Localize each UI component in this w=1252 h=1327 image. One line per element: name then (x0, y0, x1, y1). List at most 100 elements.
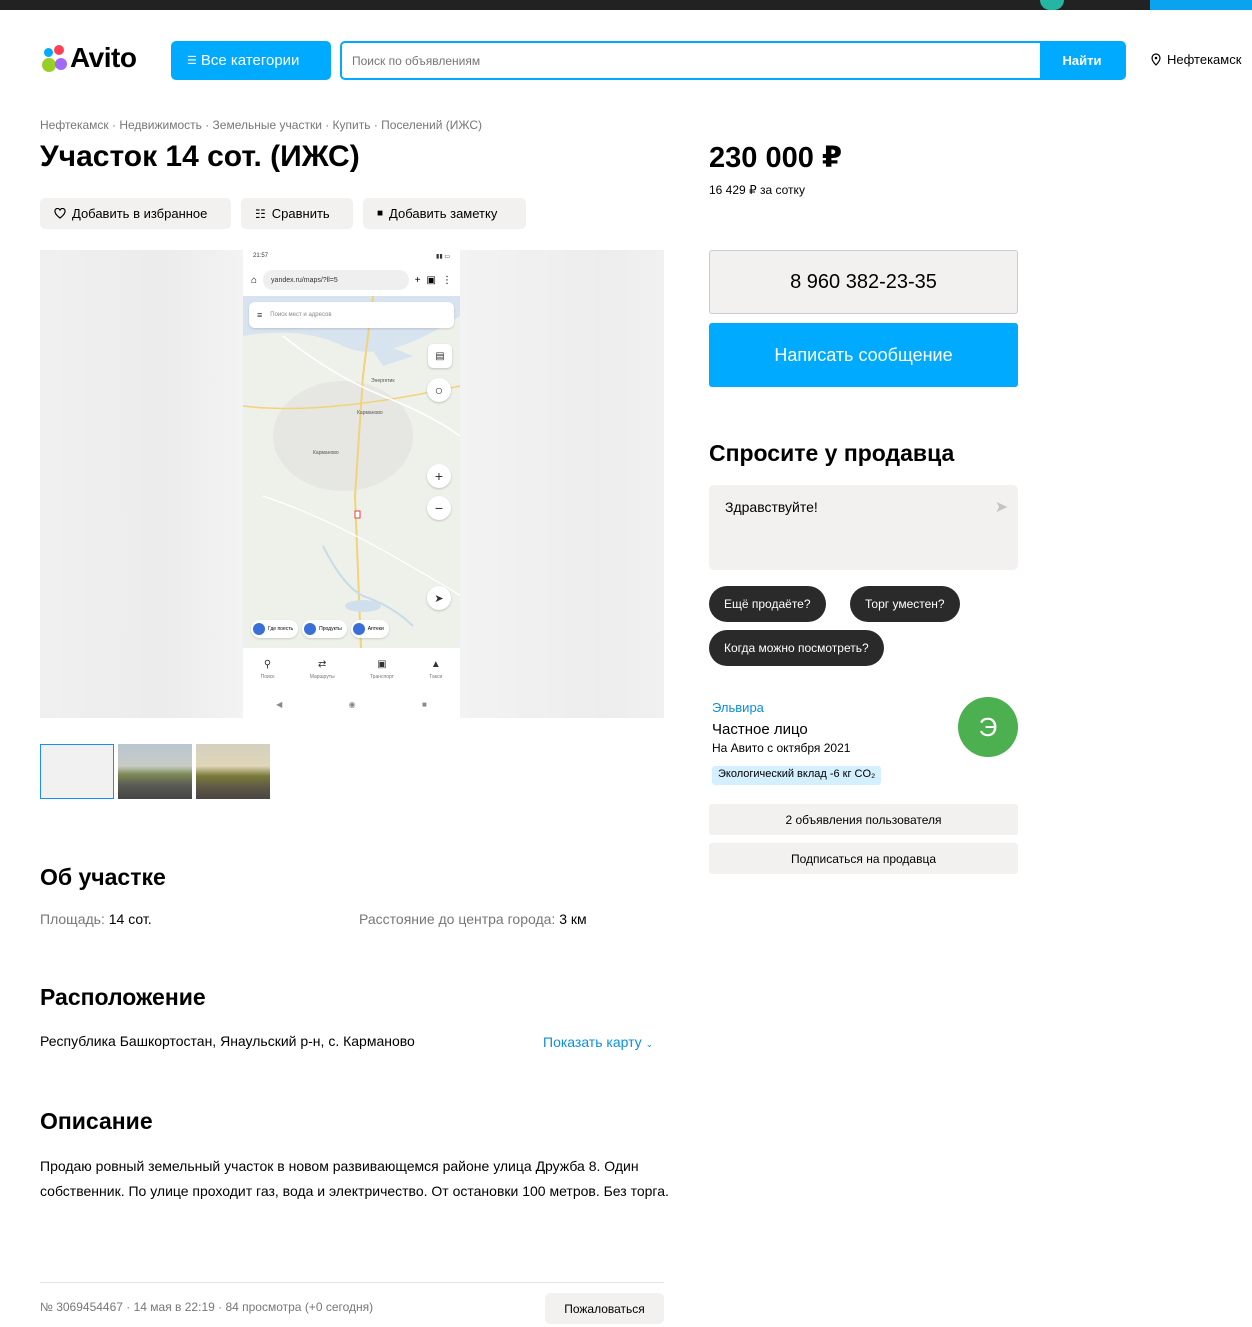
show-map-link[interactable]: Показать карту ⌄ (543, 1034, 653, 1050)
top-bar-button[interactable] (1150, 0, 1252, 10)
map-menu-icon: ≡ (257, 310, 263, 320)
search-input[interactable] (342, 43, 1040, 78)
show-phone-button[interactable]: 8 960 382-23-35 (709, 250, 1018, 314)
user-listings-button[interactable]: 2 объявления пользователя (709, 804, 1018, 835)
distance-value: 3 км (559, 911, 587, 927)
subscribe-seller-button[interactable]: Подписаться на продавца (709, 843, 1018, 874)
add-favorite-button[interactable]: Добавить в избранное (40, 198, 231, 229)
area-value: 14 сот. (108, 911, 152, 927)
map-zoom-in-icon: + (427, 464, 451, 488)
thumbnail-field[interactable] (196, 744, 270, 799)
heart-icon (54, 208, 66, 219)
page-title: Участок 14 сот. (ИЖС) (40, 140, 360, 173)
map-zoom-out-icon: − (427, 496, 451, 520)
map-tab: ▲ Такси (429, 659, 442, 680)
map-tab: ⚲ Поиск (261, 659, 275, 680)
phone-home-icon: ⌂ (251, 274, 258, 286)
recents-icon: ■ (421, 699, 427, 709)
avito-logo[interactable]: Avito (40, 42, 137, 74)
map-tab-label: Транспорт (369, 673, 394, 680)
phone-menu-icon: ⋮ (442, 274, 452, 286)
phone-status-bar: 21:57 ▮▮ ▭ (243, 250, 460, 264)
write-message-button[interactable]: Написать сообщение (709, 323, 1018, 387)
compare-icon: ☷ (255, 206, 266, 221)
phone-url-bar: ⌂ yandex.ru/maps/?ll=5 + ▣ ⋮ (243, 264, 460, 296)
logo-text: Avito (70, 42, 137, 73)
gallery-blur-left (40, 250, 243, 718)
ask-seller-input[interactable]: Здравствуйте! ➤ (709, 485, 1018, 570)
phone-time: 21:57 (253, 253, 269, 259)
param-distance: Расстояние до центра города: 3 км (359, 911, 587, 927)
quick-question-bargain[interactable]: Торг уместен? (850, 586, 960, 622)
map-search-field: ≡ Поиск мест и адресов (249, 302, 454, 328)
categories-icon: ☰ (187, 55, 197, 67)
phone-map: ≡ Поиск мест и адресов Энергетик Кармано… (243, 296, 460, 648)
map-layers-icon: ▤ (428, 344, 452, 368)
map-chip: Продукты (302, 620, 347, 638)
top-bar-badge (1040, 0, 1064, 10)
photo-gallery[interactable]: 21:57 ▮▮ ▭ ⌂ yandex.ru/maps/?ll=5 + ▣ ⋮ (40, 250, 664, 718)
phone-url: yandex.ru/maps/?ll=5 (263, 270, 409, 290)
map-chips: Где поесть Продукты Аптеки (251, 620, 389, 638)
add-note-button[interactable]: ■ Добавить заметку (363, 198, 526, 229)
bus-icon: ▣ (377, 658, 387, 670)
map-chip: Где поесть (251, 620, 299, 638)
map-search-label: Поиск мест и адресов (270, 312, 332, 318)
avatar[interactable]: Э (958, 697, 1018, 757)
seller-type: Частное лицо (712, 721, 808, 738)
map-label-energetik: Энергетик (371, 378, 395, 384)
address: Республика Башкортостан, Янаульский р-н,… (40, 1033, 415, 1049)
param-area: Площадь: 14 сот. (40, 911, 152, 927)
thumbnail-map[interactable] (40, 744, 114, 799)
map-tab: ⇄ Маршруты (310, 659, 335, 680)
gallery-blur-right (460, 250, 664, 718)
listing-meta: № 3069454467 · 14 мая в 22:19 · 84 просм… (40, 1300, 374, 1314)
map-chip-label: Аптеки (367, 626, 384, 632)
logo-dots-icon (40, 44, 68, 72)
area-label: Площадь: (40, 911, 105, 927)
chevron-down-icon: ⌄ (645, 1039, 654, 1049)
search-button[interactable]: Найти (1040, 43, 1124, 78)
complain-button[interactable]: Пожаловаться (545, 1293, 664, 1324)
description-heading: Описание (40, 1108, 153, 1134)
ask-seller-heading: Спросите у продавца (709, 440, 955, 466)
search-bar: Найти (340, 41, 1126, 80)
distance-label: Расстояние до центра города: (359, 911, 556, 927)
location-pin-icon (1151, 53, 1161, 66)
map-tab: ▣ Транспорт (370, 659, 394, 680)
add-note-label: Добавить заметку (389, 206, 498, 221)
map-tabs: ⚲ Поиск ⇄ Маршруты ▣ Транспорт ▲ Такси (243, 648, 460, 690)
quick-question-still-selling[interactable]: Ещё продаёте? (709, 586, 826, 622)
map-tab-label: Такси (429, 673, 443, 680)
thumbnail-road[interactable] (118, 744, 192, 799)
search-icon: ⚲ (263, 658, 272, 670)
about-heading: Об участке (40, 864, 166, 890)
phone-tabs-icon: ▣ (426, 274, 436, 286)
location-selector[interactable]: Нефтекамск (1150, 52, 1241, 67)
price-per-unit: 16 429 ₽ за сотку (709, 183, 805, 197)
location-label: Нефтекамск (1167, 52, 1242, 67)
price: 230 000 ₽ (709, 142, 843, 174)
ask-seller-text: Здравствуйте! (725, 499, 818, 515)
map-label-karmanovo-1: Карманово (357, 410, 383, 416)
route-icon: ⇄ (317, 658, 327, 670)
show-map-label: Показать карту (543, 1034, 642, 1050)
gallery-thumbnails (40, 744, 270, 799)
seller-since: На Авито с октября 2021 (712, 741, 851, 755)
compare-button[interactable]: ☷ Сравнить (241, 198, 353, 229)
map-refresh-icon: ○ (427, 378, 451, 402)
phone-battery-icon: ▮▮ ▭ (436, 254, 450, 260)
all-categories-button[interactable]: ☰ Все категории (171, 41, 331, 80)
quick-question-when-view[interactable]: Когда можно посмотреть? (709, 630, 884, 666)
breadcrumb[interactable]: Нефтекамск · Недвижимость · Земельные уч… (40, 118, 482, 132)
taxi-icon: ▲ (430, 658, 441, 670)
compare-label: Сравнить (271, 206, 330, 221)
description-text: Продаю ровный земельный участок в новом … (40, 1158, 669, 1199)
seller-name-link[interactable]: Эльвира (712, 700, 764, 715)
eco-badge: Экологический вклад -6 кг CO₂ (712, 766, 882, 785)
home-icon: ◉ (348, 699, 356, 709)
gallery-main-photo: 21:57 ▮▮ ▭ ⌂ yandex.ru/maps/?ll=5 + ▣ ⋮ (243, 250, 460, 718)
send-icon[interactable]: ➤ (995, 497, 1008, 517)
phone-nav-bar: ◀ ◉ ■ (243, 690, 460, 718)
map-tab-label: Маршруты (309, 673, 335, 680)
